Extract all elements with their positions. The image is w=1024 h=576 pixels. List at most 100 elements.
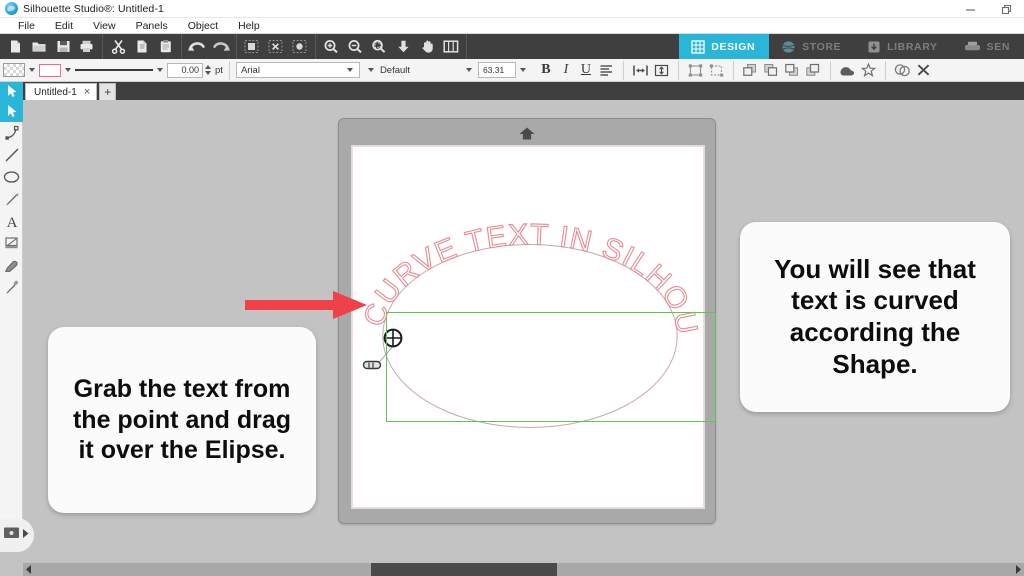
font-family-select[interactable]: Arial <box>235 62 360 78</box>
deselect-all-button[interactable] <box>264 35 288 58</box>
zoom-out-button[interactable] <box>343 35 367 58</box>
scroll-right-arrow-icon[interactable] <box>1013 563 1024 576</box>
new-document-button[interactable] <box>3 35 27 58</box>
delete-button[interactable] <box>913 60 934 80</box>
undo-button[interactable] <box>185 35 209 58</box>
text-format-group: B I U <box>533 59 620 82</box>
add-tab-button[interactable]: + <box>99 83 117 100</box>
library-panel-toggle[interactable] <box>0 518 34 552</box>
menu-view[interactable]: View <box>83 20 126 32</box>
cut-button[interactable] <box>106 35 130 58</box>
text-drag-handle-icon[interactable] <box>362 358 384 372</box>
design-page[interactable]: CURVE TEXT IN SILHOUETTE <box>352 146 704 508</box>
text-path-control-point-icon[interactable] <box>382 327 404 349</box>
group-ungroup-group <box>682 59 730 82</box>
expand-right-arrow-icon[interactable] <box>22 526 30 544</box>
italic-button[interactable]: I <box>556 63 576 77</box>
detach-lines-button[interactable] <box>858 60 879 80</box>
tab-store[interactable]: STORE <box>769 34 856 59</box>
menu-bar: File Edit View Panels Object Help <box>0 18 1024 34</box>
main-toolbar: DESIGN STORE LIBRARY SEN <box>0 34 1024 59</box>
scroll-left-arrow-icon[interactable] <box>23 563 34 576</box>
fill-color-chevron-down-icon[interactable] <box>29 68 35 72</box>
menu-edit[interactable]: Edit <box>45 20 83 32</box>
character-spacing-button[interactable] <box>630 60 651 80</box>
save-button[interactable] <box>51 35 75 58</box>
line-spacing-button[interactable] <box>651 60 672 80</box>
minimize-button[interactable] <box>952 0 988 18</box>
line-thickness-stepper[interactable] <box>205 65 211 75</box>
menu-help[interactable]: Help <box>228 20 270 32</box>
tab-library[interactable]: LIBRARY <box>855 34 952 59</box>
text-tool[interactable]: A <box>0 210 23 232</box>
silhouette-logo-icon <box>5 2 18 15</box>
bring-to-front-button[interactable] <box>740 60 761 80</box>
bring-forward-button[interactable] <box>761 60 782 80</box>
line-color-swatch[interactable] <box>39 63 61 77</box>
font-style-chevron-down-icon-2[interactable] <box>465 68 472 72</box>
select-tool[interactable] <box>0 100 23 122</box>
bold-button[interactable]: B <box>536 63 556 77</box>
document-tab[interactable]: Untitled-1 × <box>25 83 98 100</box>
eyedropper-tool[interactable] <box>0 276 23 298</box>
send-to-back-button[interactable] <box>803 60 824 80</box>
ellipse-tool[interactable] <box>0 166 23 188</box>
font-family-chevron-down-icon[interactable] <box>346 68 353 72</box>
fit-to-page-button[interactable] <box>391 35 415 58</box>
tab-design-label: DESIGN <box>711 40 756 53</box>
close-icon[interactable]: × <box>84 86 90 98</box>
paste-button[interactable] <box>154 35 178 58</box>
copy-button[interactable] <box>130 35 154 58</box>
window-controls <box>952 0 1024 18</box>
scrollbar-thumb[interactable] <box>371 563 557 576</box>
print-button[interactable] <box>75 35 99 58</box>
pan-button[interactable] <box>415 35 439 58</box>
restore-button[interactable] <box>988 0 1024 18</box>
edit-points-tool[interactable] <box>0 122 23 144</box>
text-align-button[interactable] <box>596 60 617 80</box>
group-button[interactable] <box>685 60 706 80</box>
line-color-chevron-down-icon[interactable] <box>65 68 71 72</box>
select-same-button[interactable] <box>288 35 312 58</box>
line-style-chevron-down-icon[interactable] <box>157 68 163 72</box>
font-group: Arial Default 63.31 <box>233 59 533 82</box>
open-document-button[interactable] <box>27 35 51 58</box>
toolbar-group-clipboard <box>103 34 182 59</box>
fit-to-window-button[interactable] <box>439 35 463 58</box>
font-size-input[interactable]: 63.31 <box>477 62 516 78</box>
knife-tool[interactable] <box>0 232 23 254</box>
menu-panels[interactable]: Panels <box>126 20 178 32</box>
font-size-chevron-down-icon[interactable] <box>519 68 526 72</box>
tab-send[interactable]: SEN <box>951 34 1024 59</box>
underline-button[interactable]: U <box>576 63 596 77</box>
zoom-in-button[interactable] <box>319 35 343 58</box>
line-style-preview[interactable] <box>75 64 153 77</box>
tab-library-label: LIBRARY <box>887 40 938 53</box>
redo-button[interactable] <box>209 35 233 58</box>
zoom-selection-button[interactable] <box>367 35 391 58</box>
pencil-tool[interactable] <box>0 188 23 210</box>
line-thickness-input[interactable]: 0.00 <box>167 62 203 78</box>
fill-color-swatch[interactable] <box>3 63 25 77</box>
font-style-select[interactable]: Default <box>360 62 478 78</box>
ungroup-button[interactable] <box>706 60 727 80</box>
line-tool[interactable] <box>0 144 23 166</box>
menu-file[interactable]: File <box>8 20 45 32</box>
font-family-value: Arial <box>240 64 260 76</box>
horizontal-scrollbar[interactable] <box>23 563 1024 576</box>
eraser-tool[interactable] <box>0 254 23 276</box>
font-style-chevron-down-icon[interactable] <box>367 68 374 72</box>
select-all-button[interactable] <box>240 35 264 58</box>
style-toolbar: 0.00 pt Arial Default 63.31 B I U <box>0 59 1024 82</box>
offset-button[interactable] <box>892 60 913 80</box>
send-backward-button[interactable] <box>782 60 803 80</box>
menu-object[interactable]: Object <box>178 20 228 32</box>
document-tab-label: Untitled-1 <box>34 86 77 98</box>
font-size-value: 63.31 <box>482 65 505 75</box>
send-cutter-icon <box>964 40 981 53</box>
weld-button[interactable] <box>837 60 858 80</box>
tab-send-label: SEN <box>986 40 1010 53</box>
tab-design[interactable]: DESIGN <box>679 34 770 59</box>
window-title: Silhouette Studio®: Untitled-1 <box>23 2 164 15</box>
